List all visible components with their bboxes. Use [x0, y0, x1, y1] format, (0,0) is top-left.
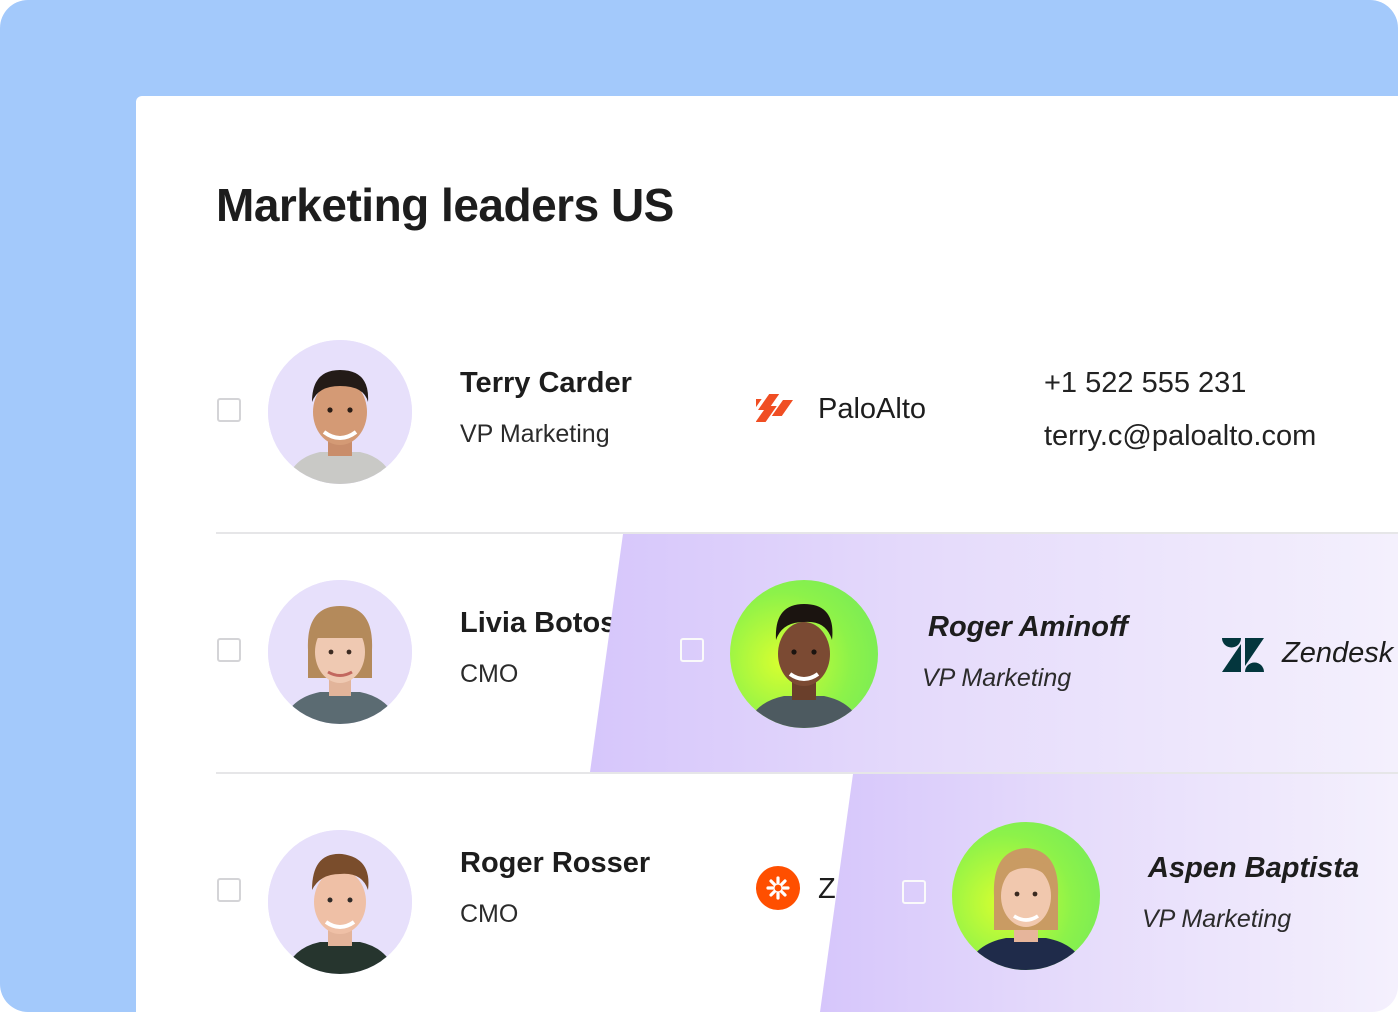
contact-name: Roger Rosser [460, 847, 651, 879]
contact-role: VP Marketing [460, 420, 610, 448]
contact-role: VP Marketing [1142, 905, 1292, 933]
company-name: Zendesk [1282, 637, 1394, 669]
row-checkbox[interactable] [217, 398, 241, 422]
contact-phone[interactable]: +1 522 555 231 [1044, 367, 1246, 400]
company-name: PaloAlto [818, 393, 927, 425]
avatar [268, 830, 412, 974]
row-checkbox[interactable] [680, 638, 704, 662]
contact-role: CMO [460, 900, 519, 928]
contact-name: Terry Carder [460, 367, 632, 399]
row-checkbox[interactable] [902, 880, 926, 904]
zapier-logo-icon [756, 866, 800, 915]
row-checkbox[interactable] [217, 878, 241, 902]
zendesk-logo-icon [1222, 638, 1264, 677]
avatar [268, 580, 412, 724]
contact-role: CMO [460, 660, 519, 688]
highlighted-contact-card[interactable]: Aspen Baptista VP Marketing [820, 774, 1398, 1012]
contact-name: Roger Aminoff [928, 611, 1128, 643]
table-row[interactable]: Terry Carder VP Marketing PaloAlto +1 52… [136, 292, 1398, 532]
list-title: Marketing leaders US [216, 179, 674, 231]
avatar [268, 340, 412, 484]
contact-email[interactable]: terry.c@paloalto.com [1044, 420, 1316, 453]
paloalto-logo-icon [740, 390, 800, 429]
contact-role: VP Marketing [922, 664, 1072, 692]
contact-name: Livia Botos [460, 607, 617, 639]
avatar [952, 822, 1100, 970]
row-checkbox[interactable] [217, 638, 241, 662]
contact-name: Aspen Baptista [1148, 852, 1360, 884]
company-name: Z [818, 873, 836, 905]
avatar [730, 580, 878, 728]
highlighted-contact-card[interactable]: Roger Aminoff VP Marketing Zendesk [590, 534, 1398, 772]
